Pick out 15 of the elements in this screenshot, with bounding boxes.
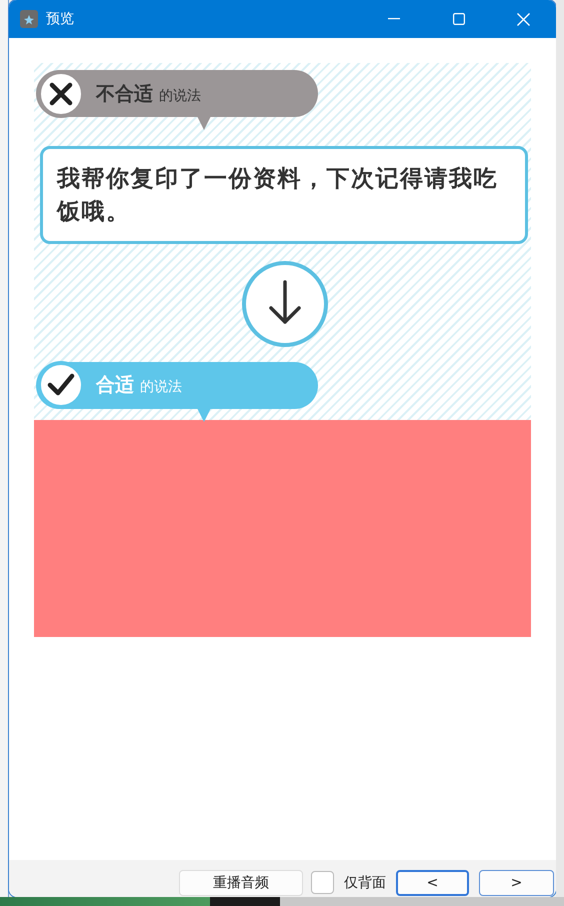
app-icon (20, 10, 38, 28)
label-title: 合适 (96, 373, 134, 398)
close-icon (517, 12, 530, 26)
back-only-checkbox[interactable] (311, 871, 334, 894)
label-title: 不合适 (96, 82, 153, 106)
maximize-icon (452, 13, 464, 25)
replay-audio-button[interactable]: 重播音频 (179, 870, 303, 896)
label-suffix: 的说法 (140, 378, 182, 396)
next-button[interactable]: > (479, 870, 554, 896)
window-title: 预览 (46, 10, 75, 28)
previous-button[interactable]: < (396, 870, 469, 896)
label-suffix: 的说法 (159, 86, 201, 104)
back-only-label: 仅背面 (344, 874, 386, 892)
sentence: 我帮你复印了一份资料，下次记得请我吃饭哦。 (57, 164, 499, 226)
minimize-icon (388, 18, 400, 20)
